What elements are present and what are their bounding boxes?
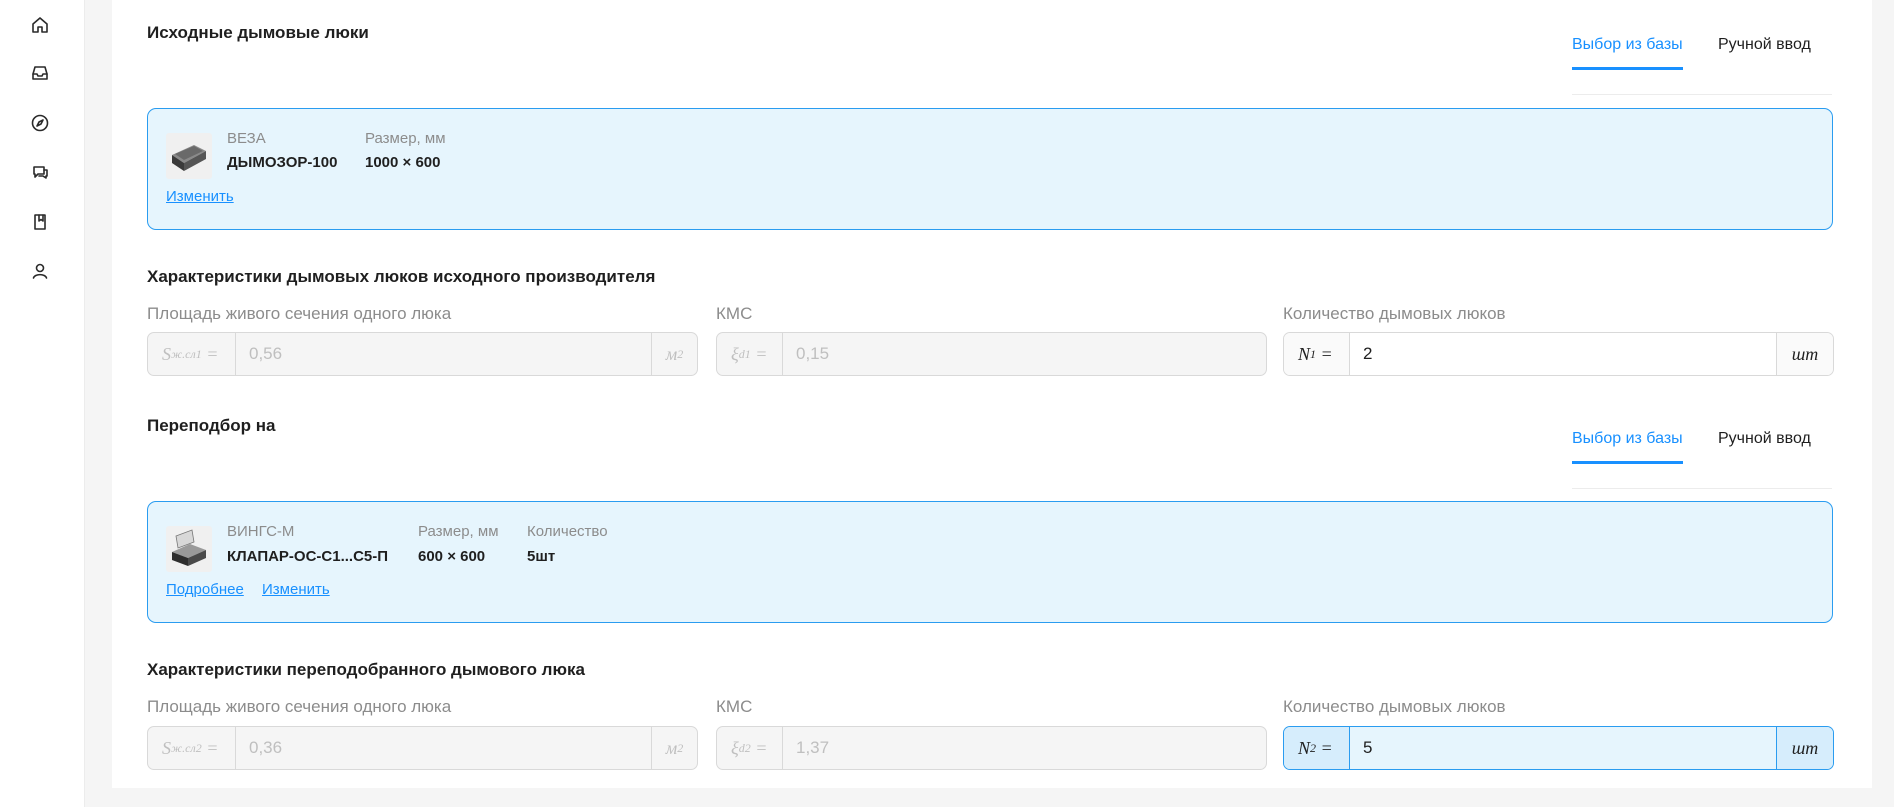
- book-icon[interactable]: [28, 210, 52, 234]
- area-unit: м2: [651, 333, 697, 375]
- product-size-label: Размер, мм: [418, 523, 499, 540]
- count-prefix: N1 =: [1284, 333, 1350, 375]
- product-model: ДЫМОЗОР-100: [227, 154, 338, 171]
- kms-prefix: ξ d1 =: [717, 333, 783, 375]
- tab-replacement-database[interactable]: Выбор из базы: [1572, 429, 1683, 464]
- count-prefix: N2 =: [1284, 727, 1350, 769]
- product-quantity-value: 5шт: [527, 548, 556, 565]
- replacement-area-value: 0,36: [249, 738, 283, 757]
- replacement-characteristics-title: Характеристики переподобранного дымового…: [147, 660, 585, 679]
- tab-replacement-manual[interactable]: Ручной ввод: [1718, 429, 1811, 449]
- source-tabs: Выбор из базы Ручной ввод: [1572, 35, 1832, 95]
- source-area-field: Sж.сл1 = 0,56 м2: [147, 332, 698, 376]
- area-prefix: Sж.сл1 =: [148, 333, 236, 375]
- change-product-link[interactable]: Изменить: [262, 581, 330, 598]
- source-count-label: Количество дымовых люков: [1283, 304, 1506, 323]
- source-section-title: Исходные дымовые люки: [147, 23, 369, 42]
- source-area-value: 0,56: [249, 344, 283, 363]
- product-quantity-label: Количество: [527, 523, 608, 540]
- home-icon[interactable]: [28, 13, 52, 37]
- tab-label: Выбор из базы: [1572, 36, 1683, 53]
- count-unit: шт: [1776, 727, 1833, 769]
- tab-source-database[interactable]: Выбор из базы: [1572, 35, 1683, 70]
- source-characteristics-title: Характеристики дымовых люков исходного п…: [147, 267, 656, 286]
- product-manufacturer: ВЕЗА: [227, 130, 266, 147]
- count-unit: шт: [1776, 333, 1833, 375]
- source-count-input[interactable]: 2: [1350, 333, 1776, 375]
- replacement-count-input[interactable]: 5: [1350, 727, 1776, 769]
- main-panel: Исходные дымовые люки Выбор из базы Ручн…: [112, 0, 1872, 788]
- product-size-value: 600 × 600: [418, 548, 486, 565]
- chat-icon[interactable]: [28, 160, 52, 184]
- sidebar: [0, 0, 85, 807]
- source-kms-field: ξ d1 = 0,15: [716, 332, 1267, 376]
- tab-active-indicator: [1572, 461, 1683, 464]
- replacement-product-card: ВИНГС-М КЛАПАР-ОС-С1...С5-П Размер, мм 6…: [147, 501, 1833, 623]
- replacement-count-label: Количество дымовых люков: [1283, 697, 1506, 716]
- replacement-count-field[interactable]: N2 = 5 шт: [1283, 726, 1834, 770]
- replacement-section-title: Переподбор на: [147, 416, 276, 435]
- details-link[interactable]: Подробнее: [166, 581, 244, 598]
- replacement-area-label: Площадь живого сечения одного люка: [147, 697, 452, 716]
- area-prefix: Sж.сл2 =: [148, 727, 236, 769]
- product-manufacturer: ВИНГС-М: [227, 523, 295, 540]
- user-icon[interactable]: [28, 259, 52, 283]
- tab-label: Ручной ввод: [1718, 36, 1811, 53]
- tab-source-manual[interactable]: Ручной ввод: [1718, 35, 1811, 55]
- product-thumbnail: [166, 133, 212, 179]
- product-size-label: Размер, мм: [365, 130, 446, 147]
- kms-prefix: ξ d2 =: [717, 727, 783, 769]
- replacement-kms-label: КМС: [716, 697, 753, 716]
- product-size-value: 1000 × 600: [365, 154, 441, 171]
- source-area-label: Площадь живого сечения одного люка: [147, 304, 452, 323]
- change-product-link[interactable]: Изменить: [166, 188, 234, 205]
- replacement-kms-value: 1,37: [796, 738, 830, 757]
- replacement-tabs: Выбор из базы Ручной ввод: [1572, 429, 1832, 489]
- replacement-area-field: Sж.сл2 = 0,36 м2: [147, 726, 698, 770]
- tab-label: Ручной ввод: [1718, 430, 1811, 447]
- source-kms-value: 0,15: [796, 344, 830, 363]
- product-thumbnail: [166, 526, 212, 572]
- source-count-field[interactable]: N1 = 2 шт: [1283, 332, 1834, 376]
- area-unit: м2: [651, 727, 697, 769]
- replacement-kms-field: ξ d2 = 1,37: [716, 726, 1267, 770]
- tab-active-indicator: [1572, 67, 1683, 70]
- source-product-card: ВЕЗА ДЫМОЗОР-100 Размер, мм 1000 × 600 И…: [147, 108, 1833, 230]
- tab-label: Выбор из базы: [1572, 430, 1683, 447]
- compass-icon[interactable]: [28, 111, 52, 135]
- product-model: КЛАПАР-ОС-С1...С5-П: [227, 548, 389, 565]
- inbox-icon[interactable]: [28, 61, 52, 85]
- source-kms-label: КМС: [716, 304, 753, 323]
